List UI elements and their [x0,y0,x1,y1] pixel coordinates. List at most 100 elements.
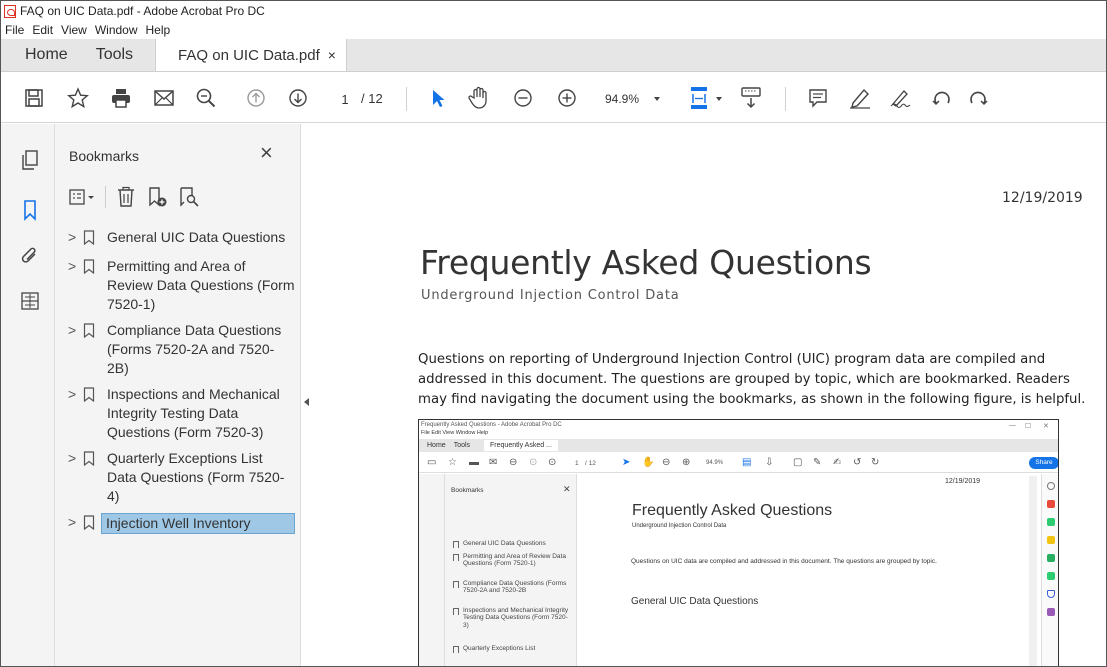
page-thumbnails-icon[interactable] [19,148,41,172]
bookmark-item[interactable]: > Permitting and Area of Review Data Que… [65,257,295,314]
page-total: / 12 [361,91,383,106]
page-number-input[interactable]: 1 [330,89,360,109]
figure-email-icon: ✉ [489,457,498,468]
figure-save-icon: ▭ [427,457,437,468]
figure-star-icon: ☆ [448,457,457,468]
fit-page-icon[interactable] [687,83,713,113]
rotate-clockwise-icon[interactable] [966,83,990,113]
menu-help[interactable]: Help [146,23,171,37]
tab-document[interactable]: FAQ on UIC Data.pdf × [155,39,347,71]
bookmark-icon [83,385,103,407]
highlight-pen-icon[interactable] [847,83,873,113]
toolbar-divider [785,87,786,111]
tab-tools[interactable]: Tools [80,39,155,71]
print-icon[interactable] [109,83,133,113]
figure-fit-icon: ▤ [742,457,752,468]
figure-zoom-level: 94.9% [706,460,724,466]
document-subheading: Underground Injection Control Data [421,288,680,303]
expand-chevron-icon[interactable]: > [65,513,83,532]
attachments-paperclip-icon[interactable] [19,244,41,268]
bookmark-star-icon[interactable] [66,83,90,113]
menu-window[interactable]: Window [95,23,138,37]
bookmark-label: Compliance Data Questions (Forms 7520-2A… [107,322,282,376]
title-bar: FAQ on UIC Data.pdf - Adobe Acrobat Pro … [1,1,1106,21]
zoom-in-icon[interactable] [556,83,578,113]
window-title: FAQ on UIC Data.pdf - Adobe Acrobat Pro … [20,4,265,18]
search-icon[interactable] [194,83,218,113]
bookmark-item-selected[interactable]: > Injection Well Inventory [65,513,295,535]
figure-next-icon: ⊙ [548,457,557,468]
figure-bookmark-item: Inspections and Mechanical Integrity Tes… [453,607,573,629]
close-panel-icon[interactable]: × [260,141,273,165]
figure-organize-icon [1047,572,1055,580]
document-date: 12/19/2019 [1002,190,1083,206]
menu-edit[interactable]: Edit [32,23,53,37]
figure-tab-document: Frequently Asked ... [484,440,558,451]
find-bookmark-icon[interactable] [178,186,200,208]
toolbar: 1 / 12 94.9% [1,73,1106,123]
figure-tab-home: Home [427,442,446,449]
figure-navigation-rail [419,474,445,666]
collapse-panel-arrow-icon[interactable] [304,398,309,406]
expand-chevron-icon[interactable]: > [65,257,83,276]
bookmark-label: General UIC Data Questions [107,229,286,245]
expand-chevron-icon[interactable]: > [65,385,83,404]
bookmark-icon [83,228,103,250]
zoom-level-select[interactable]: 94.9% [605,89,639,109]
bookmark-label: Injection Well Inventory [101,513,295,534]
figure-protect-icon [1047,590,1055,598]
bookmark-item[interactable]: > General UIC Data Questions [65,228,295,250]
sign-icon[interactable] [889,83,915,113]
figure-sign-icon: ✍ [833,457,842,468]
tab-document-label: FAQ on UIC Data.pdf [178,46,320,64]
menu-file[interactable]: File [5,23,24,37]
expand-chevron-icon[interactable]: > [65,321,83,340]
zoom-dropdown-chevron-icon[interactable] [654,97,660,101]
email-icon[interactable] [152,83,176,113]
fit-page-dropdown-chevron-icon[interactable] [716,97,722,101]
figure-highlight-icon: ✎ [813,457,822,468]
close-tab-icon[interactable]: × [328,47,336,63]
zoom-out-icon[interactable] [512,83,534,113]
tab-home[interactable]: Home [1,39,80,71]
figure-bookmark-item: Compliance Data Questions (Forms 7520-2A… [453,580,573,595]
bookmark-options-icon[interactable] [69,188,95,206]
figure-create-pdf-icon [1047,518,1055,526]
bookmark-icon [83,449,103,471]
figure-rotate-ccw-icon: ↺ [853,457,862,468]
figure-rotate-cw-icon: ↻ [871,457,880,468]
figure-document-date: 12/19/2019 [945,478,981,485]
figure-window-title: Frequently Asked Questions - Adobe Acrob… [421,422,562,428]
comment-icon[interactable] [806,83,830,113]
read-mode-icon[interactable] [738,83,764,113]
select-tool-icon[interactable] [428,83,448,113]
bookmarks-panel-icon[interactable] [19,198,41,222]
acrobat-logo-icon [4,4,16,18]
bookmark-icon [83,257,103,279]
menu-view[interactable]: View [61,23,87,37]
expand-chevron-icon[interactable]: > [65,449,83,468]
new-bookmark-icon[interactable] [146,186,168,208]
figure-page-number: 1 [575,460,579,467]
delete-bookmark-icon[interactable] [116,186,136,208]
bookmark-label: Inspections and Mechanical Integrity Tes… [107,386,280,440]
next-page-icon[interactable] [287,83,309,113]
figure-comment-tool-icon [1047,536,1055,544]
layers-icon[interactable] [19,289,41,313]
bookmark-item[interactable]: > Quarterly Exceptions List Data Questio… [65,449,295,506]
rotate-counterclockwise-icon[interactable] [930,83,954,113]
figure-tab-bar: Home Tools Frequently Asked ... [419,439,1058,452]
previous-page-icon[interactable] [245,83,267,113]
hand-tool-icon[interactable] [467,83,491,113]
figure-print-icon: ▬ [469,457,479,468]
figure-comment-icon: ▢ [793,457,803,468]
bookmark-item[interactable]: > Inspections and Mechanical Integrity T… [65,385,295,442]
figure-prev-icon: ⊙ [529,457,538,468]
figure-close-icon: ✕ [1043,423,1049,430]
figure-select-icon: ➤ [622,457,631,468]
bookmark-item[interactable]: > Compliance Data Questions (Forms 7520-… [65,321,295,378]
expand-chevron-icon[interactable]: > [65,228,83,247]
document-paragraph: Questions on reporting of Underground In… [418,352,1086,407]
figure-document-subheading: Underground Injection Control Data [632,523,727,529]
save-icon[interactable] [23,83,45,113]
